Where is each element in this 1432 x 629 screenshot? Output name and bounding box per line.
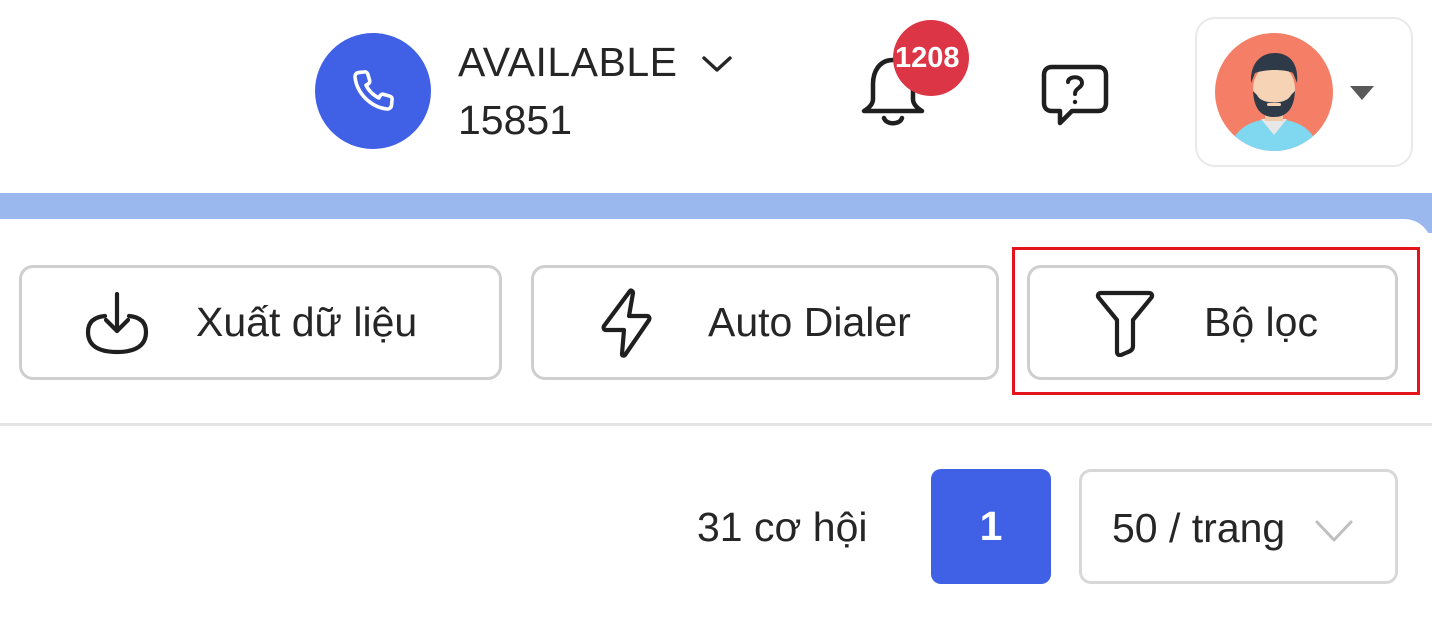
section-divider [0, 423, 1432, 426]
avatar [1215, 33, 1333, 151]
caret-down-icon [1350, 86, 1374, 100]
phone-button[interactable] [315, 33, 431, 149]
notification-badge: 1208 [893, 20, 969, 96]
page-size-value: 50 / trang [1112, 505, 1286, 551]
agent-status: AVAILABLE 15851 [458, 38, 734, 144]
export-data-button[interactable]: Xuất dữ liệu [19, 265, 502, 380]
top-header: AVAILABLE 15851 1208 [0, 0, 1432, 193]
export-data-label: Xuất dữ liệu [196, 299, 418, 345]
phone-icon [353, 70, 394, 111]
user-menu[interactable] [1195, 17, 1413, 167]
highlight-box [1012, 247, 1420, 395]
help-chat-icon [1041, 64, 1109, 126]
help-button[interactable] [1040, 63, 1110, 129]
lightning-icon [601, 288, 652, 358]
auto-dialer-button[interactable]: Auto Dialer [531, 265, 999, 380]
record-count: 31 cơ hội [697, 504, 868, 550]
chevron-down-icon [701, 56, 732, 72]
extension-number: 15851 [458, 97, 573, 143]
page-size-select[interactable]: 50 / trang [1079, 469, 1398, 584]
auto-dialer-label: Auto Dialer [708, 299, 911, 345]
status-label: AVAILABLE [458, 39, 678, 85]
status-dropdown[interactable]: AVAILABLE [458, 38, 734, 86]
page-number-1[interactable]: 1 [931, 469, 1051, 584]
chevron-down-icon [1315, 520, 1353, 542]
download-icon [85, 291, 149, 355]
